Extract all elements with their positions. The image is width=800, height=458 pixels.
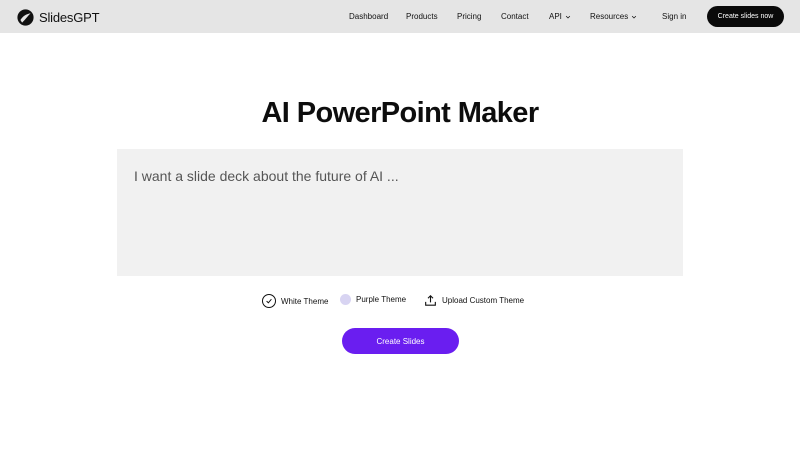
- purple-swatch-icon: [340, 294, 351, 305]
- nav-resources-label: Resources: [590, 12, 629, 21]
- nav-products[interactable]: Products: [406, 12, 438, 21]
- theme-option-white[interactable]: White Theme: [262, 294, 328, 308]
- create-slides-label: Create Slides: [376, 336, 425, 346]
- nav-api-dropdown[interactable]: API: [549, 12, 571, 21]
- nav-contact-label: Contact: [501, 12, 529, 21]
- chevron-down-icon: [632, 15, 637, 19]
- page: SlidesGPT Dashboard Products Pricing Con…: [0, 0, 800, 458]
- nav-resources-dropdown[interactable]: Resources: [590, 12, 637, 21]
- prompt-input[interactable]: [117, 149, 683, 276]
- chevron-down-icon: [565, 15, 571, 19]
- create-slides-now-button[interactable]: Create slides now: [707, 6, 784, 27]
- create-slides-button[interactable]: Create Slides: [342, 328, 459, 354]
- check-circle-icon: [262, 294, 276, 308]
- create-slides-now-label: Create slides now: [717, 13, 774, 20]
- nav-contact[interactable]: Contact: [501, 12, 529, 21]
- nav-dashboard-label: Dashboard: [349, 12, 389, 21]
- theme-selector: White Theme Purple Theme Upload Custom T…: [0, 294, 800, 312]
- upload-custom-theme-label: Upload Custom Theme: [442, 296, 525, 305]
- upload-icon: [424, 294, 437, 307]
- slidesgpt-logo-icon: [17, 8, 34, 26]
- theme-white-label: White Theme: [281, 296, 329, 306]
- nav-pricing[interactable]: Pricing: [457, 12, 481, 21]
- brand-logo[interactable]: SlidesGPT: [17, 8, 100, 26]
- sign-in-label: Sign in: [662, 12, 687, 21]
- brand-name: SlidesGPT: [39, 9, 100, 25]
- nav-dashboard[interactable]: Dashboard: [349, 12, 388, 21]
- upload-custom-theme-button[interactable]: Upload Custom Theme: [424, 294, 524, 307]
- page-title: AI PowerPoint Maker: [261, 97, 539, 129]
- theme-purple-label: Purple Theme: [356, 295, 407, 304]
- sign-in-link[interactable]: Sign in: [662, 12, 686, 21]
- nav-api-label: API: [549, 12, 562, 21]
- theme-option-purple[interactable]: Purple Theme: [340, 294, 406, 305]
- nav-products-label: Products: [406, 12, 438, 21]
- nav-pricing-label: Pricing: [457, 12, 482, 21]
- top-nav-bar: SlidesGPT Dashboard Products Pricing Con…: [0, 0, 800, 33]
